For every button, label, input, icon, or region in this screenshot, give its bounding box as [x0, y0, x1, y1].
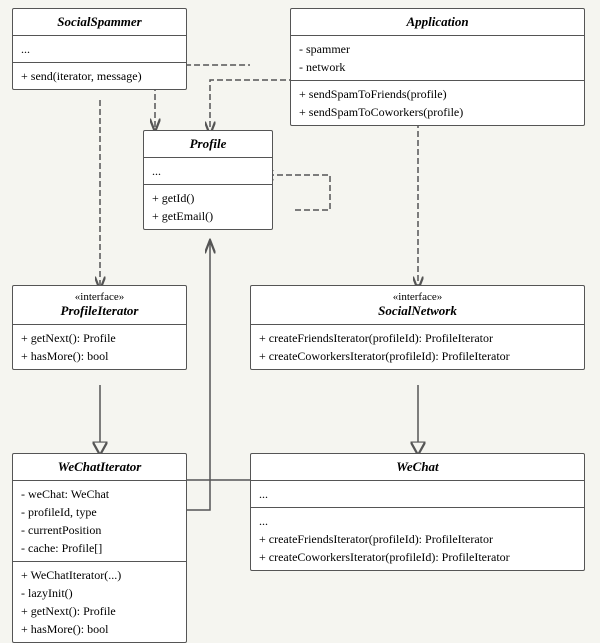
profile-iterator-box: «interface» ProfileIterator + getNext():…: [12, 285, 187, 370]
social-network-title: «interface» SocialNetwork: [251, 286, 584, 325]
social-spammer-title: SocialSpammer: [13, 9, 186, 36]
wechat-methods: ... + createFriendsIterator(profileId): …: [251, 508, 584, 570]
social-spammer-attributes: ...: [13, 36, 186, 63]
application-title: Application: [291, 9, 584, 36]
wechat-iterator-methods: + WeChatIterator(...) - lazyInit() + get…: [13, 562, 186, 642]
profile-attributes: ...: [144, 158, 272, 185]
social-network-methods: + createFriendsIterator(profileId): Prof…: [251, 325, 584, 369]
social-network-box: «interface» SocialNetwork + createFriend…: [250, 285, 585, 370]
wechat-title: WeChat: [251, 454, 584, 481]
wechat-attributes: ...: [251, 481, 584, 508]
uml-diagram: SocialSpammer ... + send(iterator, messa…: [0, 0, 600, 630]
social-spammer-methods: + send(iterator, message): [13, 63, 186, 89]
wechat-box: WeChat ... ... + createFriendsIterator(p…: [250, 453, 585, 571]
profile-methods: + getId() + getEmail(): [144, 185, 272, 229]
profile-iterator-title: «interface» ProfileIterator: [13, 286, 186, 325]
application-box: Application - spammer - network + sendSp…: [290, 8, 585, 126]
social-spammer-box: SocialSpammer ... + send(iterator, messa…: [12, 8, 187, 90]
profile-iterator-methods: + getNext(): Profile + hasMore(): bool: [13, 325, 186, 369]
wechat-iterator-attributes: - weChat: WeChat - profileId, type - cur…: [13, 481, 186, 562]
application-attributes: - spammer - network: [291, 36, 584, 81]
profile-title: Profile: [144, 131, 272, 158]
application-methods: + sendSpamToFriends(profile) + sendSpamT…: [291, 81, 584, 125]
wechat-iterator-title: WeChatIterator: [13, 454, 186, 481]
wechat-iterator-box: WeChatIterator - weChat: WeChat - profil…: [12, 453, 187, 643]
profile-box: Profile ... + getId() + getEmail(): [143, 130, 273, 230]
